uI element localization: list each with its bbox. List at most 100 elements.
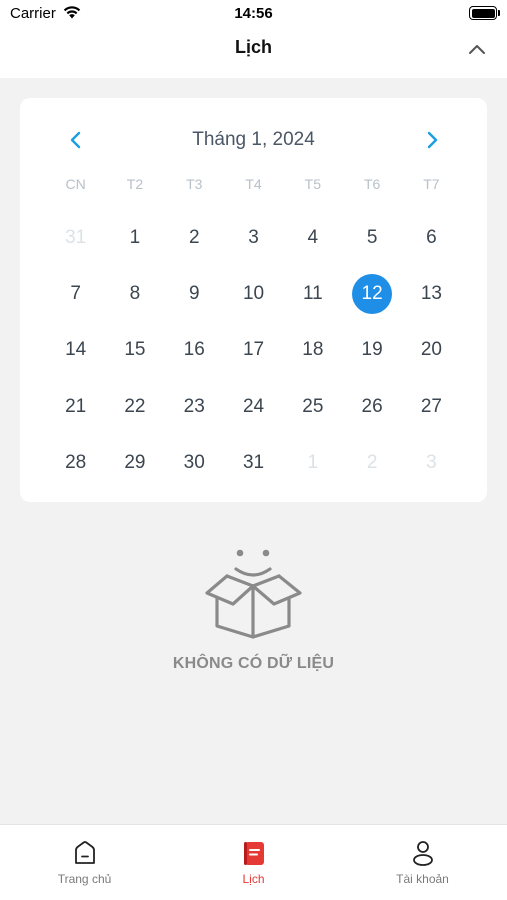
calendar-day[interactable]: 21 bbox=[46, 379, 105, 435]
calendar-card: Tháng 1, 2024 CN T2 T3 T4 T5 T6 T7 31 1 2 3 4 5 6 7 8 9… bbox=[20, 98, 487, 502]
day-number: 2 bbox=[366, 451, 378, 473]
chevron-up-icon[interactable] bbox=[465, 38, 489, 62]
day-number: 20 bbox=[420, 339, 442, 361]
calendar-day[interactable]: 14 bbox=[46, 322, 105, 378]
day-number: 27 bbox=[420, 395, 442, 417]
calendar-day[interactable]: 4 bbox=[283, 210, 342, 266]
calendar-day[interactable]: 30 bbox=[165, 435, 224, 491]
user-icon bbox=[413, 841, 433, 866]
tab-calendar-label: Lịch bbox=[242, 872, 265, 886]
calendar-day[interactable]: 10 bbox=[224, 266, 283, 322]
day-number: 6 bbox=[426, 227, 437, 249]
chevron-right-icon[interactable] bbox=[420, 128, 444, 152]
day-number: 11 bbox=[302, 283, 323, 305]
empty-state-text: KHÔNG CÓ DỮ LIỆU bbox=[172, 655, 335, 672]
calendar-day-selected[interactable]: 12 bbox=[342, 266, 401, 322]
page-title: Lịch bbox=[234, 37, 272, 57]
calendar-day[interactable]: 8 bbox=[105, 266, 164, 322]
calendar-day[interactable]: 20 bbox=[402, 322, 461, 378]
tab-bar: Trang chủ Lịch Tài khoản bbox=[0, 824, 507, 900]
calendar-day[interactable]: 24 bbox=[224, 379, 283, 435]
day-number: 22 bbox=[124, 395, 146, 417]
day-number: 2 bbox=[188, 227, 200, 249]
status-bar: Carrier 14:56 bbox=[0, 0, 507, 28]
day-number: 1 bbox=[307, 451, 319, 473]
day-number: 3 bbox=[248, 227, 259, 249]
day-number: 21 bbox=[65, 395, 87, 417]
weekday-label: T3 bbox=[186, 176, 203, 192]
calendar-day[interactable]: 31 bbox=[224, 435, 283, 491]
empty-box-icon bbox=[205, 549, 302, 639]
month-label: Tháng 1, 2024 bbox=[192, 129, 315, 150]
header: Lịch bbox=[0, 28, 507, 78]
calendar-day[interactable]: 6 bbox=[402, 210, 461, 266]
tab-home-label: Trang chủ bbox=[57, 872, 112, 886]
day-number: 28 bbox=[65, 451, 87, 473]
day-number: 25 bbox=[302, 395, 324, 417]
calendar-day[interactable]: 1 bbox=[283, 435, 342, 491]
calendar-day[interactable]: 27 bbox=[402, 379, 461, 435]
calendar-day[interactable]: 2 bbox=[165, 210, 224, 266]
day-number: 10 bbox=[242, 283, 265, 305]
day-number: 15 bbox=[124, 339, 146, 361]
day-number: 8 bbox=[129, 283, 141, 305]
calendar-day[interactable]: 3 bbox=[402, 435, 461, 491]
calendar-day[interactable]: 9 bbox=[165, 266, 224, 322]
day-number: 17 bbox=[242, 339, 265, 361]
day-number: 5 bbox=[366, 227, 378, 249]
battery-icon bbox=[469, 6, 500, 20]
day-number: 26 bbox=[361, 395, 383, 417]
calendar-day[interactable]: 31 bbox=[46, 210, 105, 266]
day-number: 4 bbox=[307, 227, 319, 249]
calendar-day[interactable]: 29 bbox=[105, 435, 164, 491]
calendar-day[interactable]: 16 bbox=[165, 322, 224, 378]
tab-account[interactable]: Tài khoản bbox=[338, 825, 507, 900]
calendar-day[interactable]: 18 bbox=[283, 322, 342, 378]
weekday-label: T7 bbox=[423, 176, 440, 192]
weekday-header: CN T2 T3 T4 T5 T6 T7 bbox=[46, 176, 461, 192]
calendar-day[interactable]: 11 bbox=[283, 266, 342, 322]
calendar-day[interactable]: 5 bbox=[342, 210, 401, 266]
day-number: 29 bbox=[124, 451, 146, 473]
day-grid: 31 1 2 3 4 5 6 7 8 9 10 11 12 13 14 15 16 17 18 19 20 21 22 23 2… bbox=[46, 210, 461, 491]
calendar-day[interactable]: 23 bbox=[165, 379, 224, 435]
day-number: 24 bbox=[242, 395, 265, 417]
day-number: 7 bbox=[70, 283, 81, 305]
tab-home[interactable]: Trang chủ bbox=[0, 825, 169, 900]
day-number: 13 bbox=[420, 283, 442, 305]
day-number: 31 bbox=[242, 451, 265, 473]
tab-account-label: Tài khoản bbox=[396, 872, 449, 886]
tab-calendar[interactable]: Lịch bbox=[169, 825, 338, 900]
weekday-label: T5 bbox=[304, 176, 321, 192]
calendar-day[interactable]: 26 bbox=[342, 379, 401, 435]
calendar-day[interactable]: 15 bbox=[105, 322, 164, 378]
calendar-day[interactable]: 22 bbox=[105, 379, 164, 435]
calendar-day[interactable]: 3 bbox=[224, 210, 283, 266]
calendar-day[interactable]: 7 bbox=[46, 266, 105, 322]
weekday-label: T4 bbox=[245, 176, 262, 192]
calendar-day[interactable]: 17 bbox=[224, 322, 283, 378]
home-icon bbox=[75, 841, 95, 864]
day-number: 30 bbox=[183, 451, 205, 473]
day-number: 14 bbox=[65, 339, 87, 361]
calendar-icon bbox=[244, 842, 264, 865]
weekday-label: CN bbox=[65, 176, 86, 192]
day-number: 23 bbox=[183, 395, 205, 417]
day-number: 1 bbox=[129, 227, 141, 249]
calendar-day[interactable]: 2 bbox=[342, 435, 401, 491]
calendar-day[interactable]: 1 bbox=[105, 210, 164, 266]
day-number: 18 bbox=[302, 339, 324, 361]
day-number: 9 bbox=[188, 283, 200, 305]
day-number: 3 bbox=[426, 451, 437, 473]
weekday-label: T6 bbox=[363, 176, 381, 192]
calendar-day[interactable]: 19 bbox=[342, 322, 401, 378]
calendar-day[interactable]: 25 bbox=[283, 379, 342, 435]
status-time: 14:56 bbox=[234, 5, 273, 22]
day-number: 19 bbox=[361, 339, 383, 361]
day-number: 16 bbox=[183, 339, 205, 361]
day-number: 12 bbox=[352, 274, 393, 315]
calendar-day[interactable]: 13 bbox=[402, 266, 461, 322]
weekday-label: T2 bbox=[126, 176, 144, 192]
calendar-day[interactable]: 28 bbox=[46, 435, 105, 491]
day-number: 31 bbox=[65, 227, 87, 249]
